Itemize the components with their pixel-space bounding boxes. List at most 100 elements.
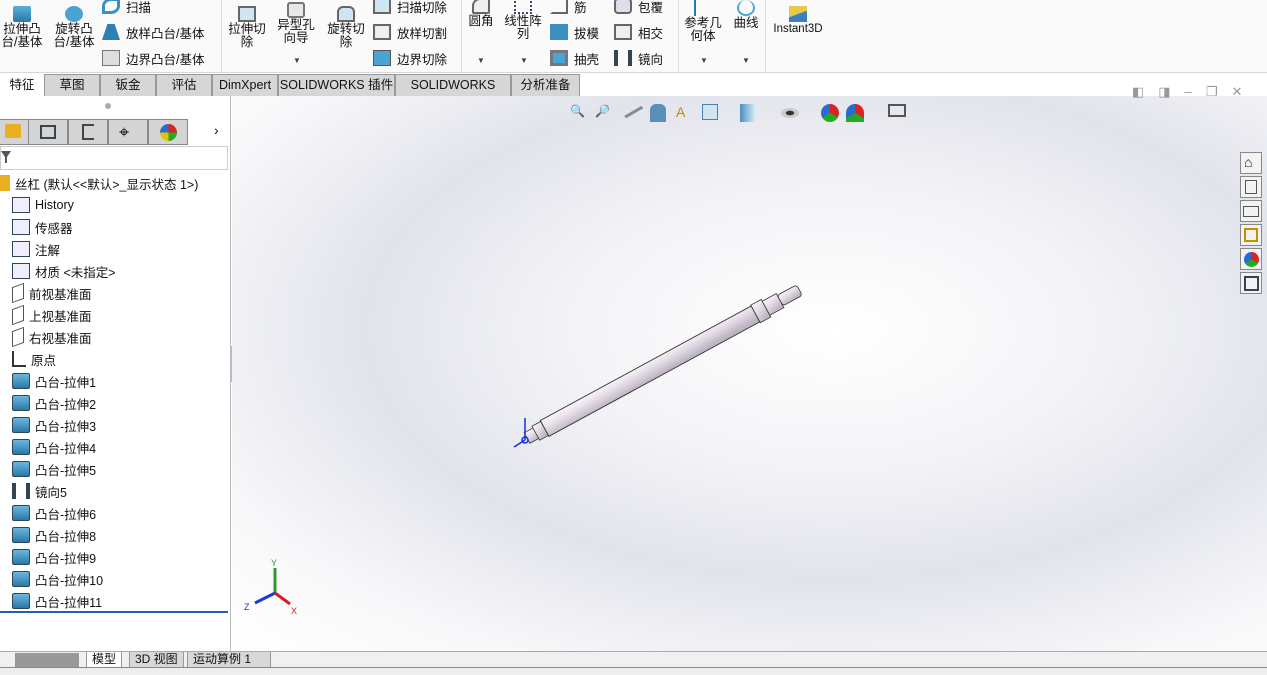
appearances-tab[interactable] <box>1240 248 1262 270</box>
tree-item[interactable]: 凸台-拉伸4 <box>12 436 96 458</box>
chevron-down-icon[interactable]: ▼ <box>520 56 528 65</box>
lofted-cut-button[interactable]: 放样切割 <box>373 22 447 42</box>
filter-icon <box>1 151 11 163</box>
tree-item[interactable]: History <box>12 194 74 216</box>
splitter-handle[interactable] <box>105 103 111 109</box>
tab-3d-views[interactable]: 3D 视图 <box>129 652 184 668</box>
extrude-boss-button[interactable]: 拉伸凸 台/基体 <box>0 6 44 49</box>
tree-item[interactable]: 注解 <box>12 238 60 260</box>
tree-item[interactable]: 材质 <未指定> <box>12 260 116 282</box>
mirror-icon <box>614 50 632 66</box>
tree-item[interactable]: 凸台-拉伸5 <box>12 458 96 480</box>
loft-button[interactable]: 放样凸台/基体 <box>102 22 204 42</box>
boundary-boss-button[interactable]: 边界凸台/基体 <box>102 48 204 68</box>
instant3d-button[interactable]: Instant3D <box>770 6 826 36</box>
linear-pattern-button[interactable]: 线性阵 列 <box>502 0 544 41</box>
rollback-bar[interactable] <box>0 611 228 613</box>
command-tabs: 特征 草图 钣金 评估 DimXpert SOLIDWORKS 插件 SOLID… <box>0 74 1267 113</box>
tree-item[interactable]: 上视基准面 <box>12 304 92 326</box>
folder-icon <box>1243 206 1259 217</box>
view-palette-tab[interactable] <box>1240 224 1262 246</box>
tree-item[interactable]: 原点 <box>12 348 56 370</box>
intersect-button[interactable]: 相交 <box>614 22 663 42</box>
chevron-down-icon[interactable]: ▼ <box>742 56 750 65</box>
configuration-icon <box>82 124 94 140</box>
view-palette-icon <box>1244 228 1258 242</box>
tab-sketch[interactable]: 草图 <box>44 74 100 96</box>
chevron-down-icon[interactable]: ▼ <box>700 56 708 65</box>
tree-item[interactable]: 凸台-拉伸6 <box>12 502 96 524</box>
tree-item-label: 传感器 <box>35 221 73 236</box>
part-icon <box>5 124 21 138</box>
propertymanager-tab[interactable] <box>28 119 68 145</box>
tree-item-label: 凸台-拉伸8 <box>35 529 97 544</box>
label: 抽壳 <box>574 52 600 67</box>
tree-item[interactable]: 传感器 <box>12 216 73 238</box>
design-library-tab[interactable] <box>1240 176 1262 198</box>
tree-item[interactable]: 凸台-拉伸1 <box>12 370 96 392</box>
tree-item[interactable]: 右视基准面 <box>12 326 92 348</box>
draft-button[interactable]: 拔模 <box>550 22 599 42</box>
fillet-button[interactable]: 圆角 <box>464 0 498 28</box>
label: 扫描切除 <box>397 0 448 15</box>
tree-item[interactable]: 凸台-拉伸3 <box>12 414 96 436</box>
graphics-area[interactable]: 🔍 🔎 A ◧◨–❐✕ Y Z X <box>232 84 1267 651</box>
tab-evaluate[interactable]: 评估 <box>156 74 212 96</box>
annotation-icon <box>12 241 30 257</box>
revolve-cut-button[interactable]: 旋转切 除 <box>324 6 368 49</box>
tab-motion-study-1[interactable]: 运动算例 1 <box>187 652 271 668</box>
dimxpertmanager-tab[interactable]: ⌖ <box>108 119 148 145</box>
label: 镜向 <box>638 52 664 67</box>
tab-solidworks-mbd[interactable]: SOLIDWORKS MBD <box>395 74 511 113</box>
tree-item[interactable]: 凸台-拉伸9 <box>12 546 96 568</box>
chevron-down-icon[interactable]: ▼ <box>293 56 301 65</box>
properties-icon <box>1244 276 1259 291</box>
tree-item[interactable]: 镜向5 <box>12 480 67 502</box>
tree-item-label: 凸台-拉伸4 <box>35 441 97 456</box>
sweep-button[interactable]: 扫描 <box>102 0 151 16</box>
tab-dimxpert[interactable]: DimXpert <box>212 74 278 96</box>
label: 扫描 <box>126 0 152 15</box>
solidworks-resources-tab[interactable]: ⌂ <box>1240 152 1262 174</box>
swept-cut-button[interactable]: 扫描切除 <box>373 0 447 16</box>
chevron-down-icon[interactable]: ▼ <box>477 56 485 65</box>
tree-item[interactable]: 凸台-拉伸10 <box>12 568 103 590</box>
curves-button[interactable]: 曲线 <box>730 0 762 30</box>
tree-item[interactable]: 凸台-拉伸2 <box>12 392 96 414</box>
reference-geometry-button[interactable]: 参考几 何体 <box>682 0 724 43</box>
boundary-cut-button[interactable]: 边界切除 <box>373 48 447 68</box>
extrude-cut-button[interactable]: 拉伸切 除 <box>226 6 268 49</box>
tree-item-label: 注解 <box>35 243 61 258</box>
tree-item[interactable]: 凸台-拉伸11 <box>12 590 102 612</box>
file-explorer-tab[interactable] <box>1240 200 1262 222</box>
shell-button[interactable]: 抽壳 <box>550 48 599 68</box>
tree-item[interactable]: 前视基准面 <box>12 282 92 304</box>
tree-item-label: 材质 <未指定> <box>35 265 116 280</box>
tab-model[interactable]: 模型 <box>86 652 123 668</box>
configurationmanager-tab[interactable] <box>68 119 108 145</box>
home-icon: ⌂ <box>1244 154 1253 170</box>
chevron-right-icon[interactable]: › <box>214 122 219 138</box>
curves-icon <box>737 0 755 16</box>
wrap-button[interactable]: 包覆 <box>614 0 663 16</box>
tree-item[interactable]: 凸台-拉伸8 <box>12 524 96 546</box>
tree-item-label: History <box>35 198 74 212</box>
revolve-boss-button[interactable]: 旋转凸 台/基体 <box>50 6 98 49</box>
displaymanager-tab[interactable] <box>148 119 188 145</box>
rib-button[interactable]: 筋 <box>550 0 587 16</box>
hole-wizard-button[interactable]: 异型孔 向导 <box>274 2 318 45</box>
tab-sheet-metal[interactable]: 钣金 <box>100 74 156 96</box>
mirror-button[interactable]: 镜向 <box>614 48 663 68</box>
linear-pattern-icon <box>514 0 532 14</box>
tab-scroll-arrows[interactable] <box>15 653 79 667</box>
custom-properties-tab[interactable] <box>1240 272 1262 294</box>
tab-solidworks-addins[interactable]: SOLIDWORKS 插件 <box>278 74 395 96</box>
tab-simulation-prep[interactable]: 分析准备 <box>511 74 580 96</box>
tab-features[interactable]: 特征 <box>0 74 44 96</box>
label: 边界切除 <box>397 52 448 67</box>
model-shaft[interactable]: Y Z X <box>232 96 1267 651</box>
filter-input[interactable] <box>0 146 228 170</box>
tree-item-label: 凸台-拉伸11 <box>35 595 103 610</box>
tree-root-part[interactable]: 丝杠 (默认<<默认>_显示状态 1>) <box>0 172 198 194</box>
label: 圆角 <box>468 14 494 28</box>
